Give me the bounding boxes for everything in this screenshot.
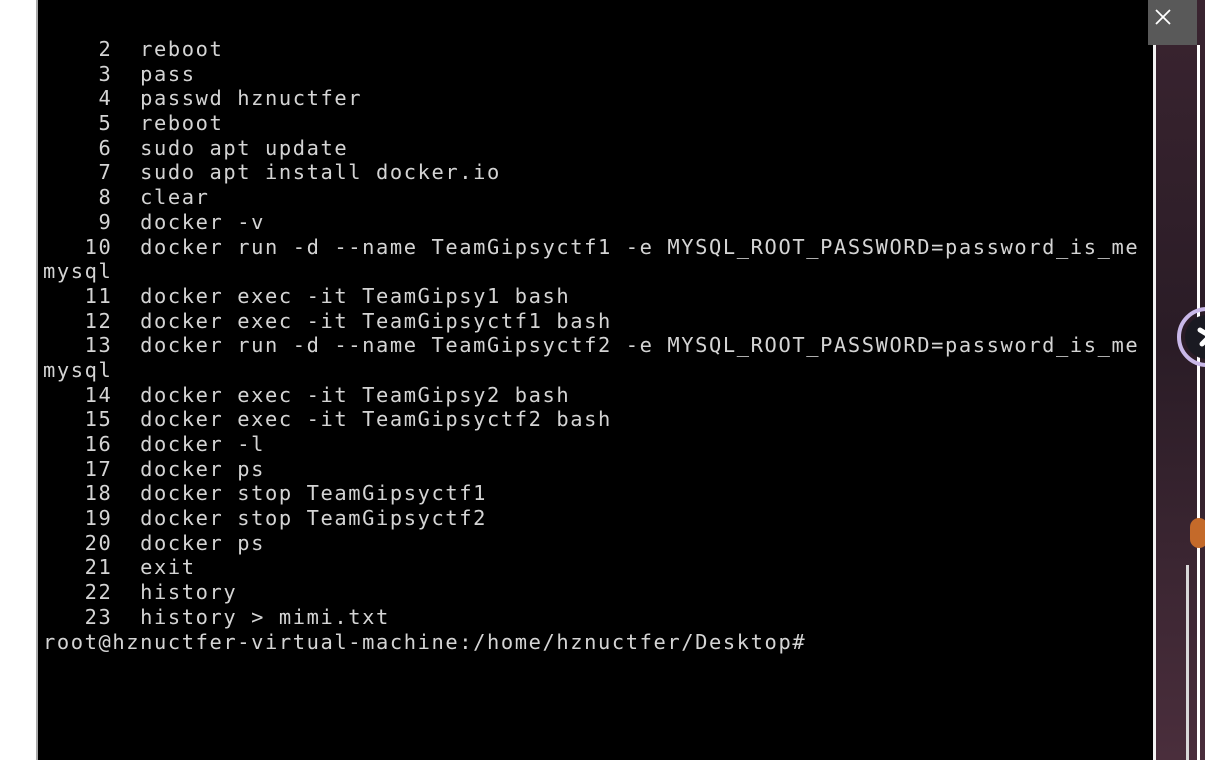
terminal-output: 2 reboot 3 pass 4 passwd hznuctfer 5 reb… [43,37,1139,654]
terminal-line: 19 docker stop TeamGipsyctf2 [43,506,488,531]
close-icon [1155,9,1171,25]
terminal-line: 11 docker exec -it TeamGipsy1 bash [43,283,571,308]
window-edge [1197,45,1200,760]
terminal-line: 15 docker exec -it TeamGipsyctf2 bash [43,407,612,432]
terminal-line: 14 docker exec -it TeamGipsy2 bash [43,382,571,407]
terminal-line: 7 sudo apt install docker.io [43,160,501,185]
desktop-icon-partial[interactable] [1190,518,1205,548]
terminal-line: 22 history [43,580,238,605]
terminal-line: 18 docker stop TeamGipsyctf1 [43,481,488,506]
terminal-line: 10 docker run -d --name TeamGipsyctf1 -e… [43,234,1140,259]
terminal-line: 16 docker -l [43,432,266,456]
terminal-line: mysql [43,357,113,382]
desktop-scroll-edge [1186,565,1189,760]
terminal-line: 12 docker exec -it TeamGipsyctf1 bash [43,308,612,333]
terminal-line: 17 docker ps [43,456,266,481]
terminal-line: 4 passwd hznuctfer [43,86,363,111]
terminal-line: mysql [43,259,113,284]
terminal-line: 6 sudo apt update [43,135,349,160]
terminal-line: 8 clear [43,185,210,210]
terminal-line: 23 history > mimi.txt [43,604,390,629]
terminal-line: 21 exit [43,555,196,580]
terminal-line: 20 docker ps [43,530,266,555]
terminal-line: 2 reboot [43,37,224,61]
terminal-line: 3 pass [43,61,196,86]
close-button[interactable] [1148,0,1178,34]
terminal-line: 5 reboot [43,111,224,136]
terminal-window[interactable]: 2 reboot 3 pass 4 passwd hznuctfer 5 reb… [38,0,1153,760]
terminal-prompt[interactable]: root@hznuctfer-virtual-machine:/home/hzn… [43,630,1139,655]
terminal-line: 13 docker run -d --name TeamGipsyctf2 -e… [43,333,1140,358]
window-left-strip [0,0,36,760]
terminal-line: 9 docker -v [43,209,266,234]
desktop-app-icon[interactable] [1176,306,1205,368]
